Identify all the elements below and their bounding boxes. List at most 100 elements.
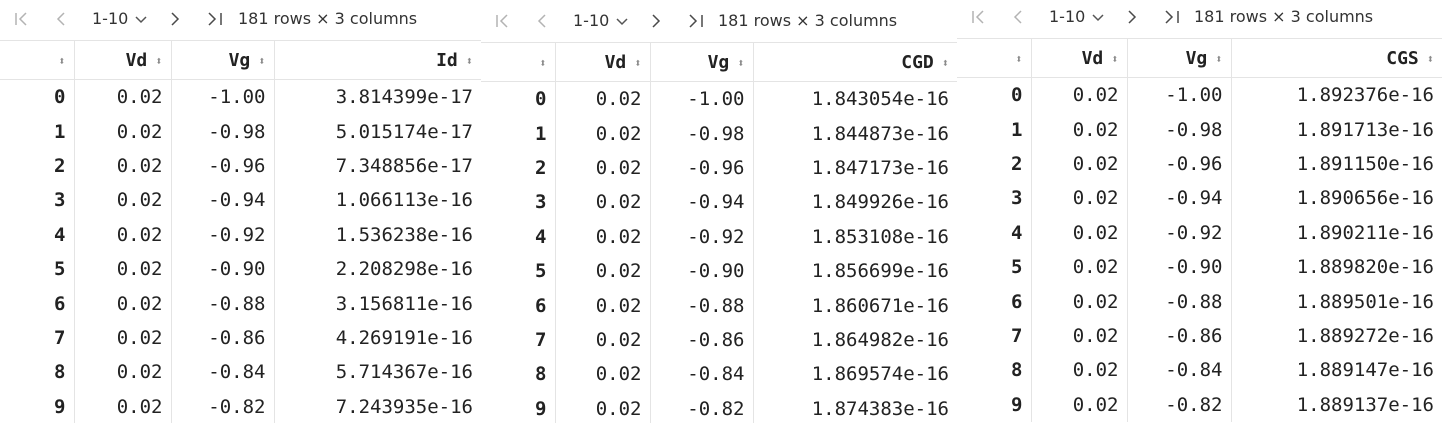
column-header[interactable]: Vd ⬍ — [1031, 38, 1128, 78]
column-header[interactable]: Id ⬍ — [274, 40, 481, 80]
row-index: 1 — [0, 114, 75, 149]
table-cell: 1.889501e-16 — [1296, 290, 1434, 313]
table-row: 8 0.02 -0.84 5.714367e-16 — [0, 355, 481, 390]
sort-icon[interactable]: ⬍ — [1111, 52, 1118, 66]
next-page-icon[interactable] — [647, 9, 665, 33]
table-cell: -0.96 — [1127, 146, 1232, 182]
table-cell: -0.92 — [1127, 215, 1232, 250]
table-cell: 0.02 — [1031, 181, 1128, 216]
last-page-icon[interactable] — [686, 9, 708, 33]
table-row: 9 0.02 -0.82 7.243935e-16 — [0, 389, 481, 423]
first-page-icon[interactable] — [969, 5, 987, 29]
page-range-select[interactable]: 1-10 — [573, 11, 629, 30]
previous-page-icon[interactable] — [52, 7, 70, 31]
table-cell: 0.02 — [555, 288, 651, 323]
table-row: 3 0.02 -0.94 1.849926e-16 — [481, 185, 957, 220]
table-row: 0 0.02 -1.00 1.843054e-16 — [481, 81, 957, 117]
column-header[interactable]: CGS ⬍ — [1231, 38, 1442, 78]
column-header[interactable]: Vg ⬍ — [1127, 38, 1232, 78]
data-table: ⬍ Vd ⬍ Vg ⬍ Id ⬍ 0 0.02 -1.00 3.814399e-17 1 0.… — [0, 40, 481, 423]
table-cell: -0.92 — [650, 219, 754, 254]
table-row: 9 0.02 -0.82 1.874383e-16 — [481, 391, 957, 423]
table-cell: 1.891150e-16 — [1296, 152, 1434, 175]
sort-icon[interactable]: ⬍ — [258, 54, 265, 68]
row-index: 8 — [957, 353, 1032, 388]
row-index: 4 — [0, 217, 75, 252]
pagination-toolbar: 1-10 181 rows × 3 columns — [0, 0, 481, 38]
table-cell: -0.88 — [650, 288, 754, 323]
next-page-icon[interactable] — [1123, 5, 1141, 29]
sort-icon[interactable]: ⬍ — [155, 54, 162, 68]
table-cell: 1.847173e-16 — [811, 156, 949, 179]
row-index: 3 — [0, 183, 75, 218]
table-cell: -0.96 — [650, 150, 754, 186]
row-index: 0 — [0, 79, 75, 115]
table-cell: 0.02 — [1031, 318, 1128, 354]
table-cell: -0.84 — [650, 357, 754, 392]
page-range-select[interactable]: 1-10 — [1049, 7, 1105, 26]
index-header[interactable]: ⬍ — [481, 42, 556, 82]
table-cell: 0.02 — [74, 183, 172, 218]
table-row: 8 0.02 -0.84 1.889147e-16 — [957, 353, 1442, 388]
sort-icon[interactable]: ⬍ — [466, 54, 473, 68]
column-header[interactable]: CGD ⬍ — [753, 42, 957, 82]
page-range-label: 1-10 — [573, 11, 610, 30]
table-cell: 0.02 — [1031, 77, 1128, 113]
index-header[interactable]: ⬍ — [0, 40, 75, 80]
table-row: 2 0.02 -0.96 1.891150e-16 — [957, 146, 1442, 182]
row-index: 7 — [481, 322, 556, 358]
table-row: 6 0.02 -0.88 1.889501e-16 — [957, 284, 1442, 319]
table-cell: 0.02 — [1031, 353, 1128, 388]
column-header[interactable]: Vd ⬍ — [74, 40, 172, 80]
table-row: 1 0.02 -0.98 1.891713e-16 — [957, 112, 1442, 147]
sort-icon[interactable]: ⬍ — [1427, 52, 1434, 66]
table-cell: 0.02 — [1031, 215, 1128, 250]
table-cell: 0.02 — [74, 355, 172, 390]
page-range-label: 1-10 — [1049, 7, 1086, 26]
column-header[interactable]: Vg ⬍ — [650, 42, 754, 82]
column-header[interactable]: Vg ⬍ — [171, 40, 275, 80]
table-cell: 1.853108e-16 — [811, 225, 949, 248]
table-cell: 0.02 — [555, 219, 651, 254]
table-cell: 1.890656e-16 — [1296, 187, 1434, 210]
table-row: 5 0.02 -0.90 2.208298e-16 — [0, 251, 481, 287]
table-cell: 1.889137e-16 — [1296, 393, 1434, 416]
row-index: 1 — [481, 116, 556, 151]
table-cell: 7.243935e-16 — [335, 395, 473, 418]
table-cell: 0.02 — [555, 185, 651, 220]
sort-icon[interactable]: ⬍ — [58, 54, 65, 68]
table-cell: -0.98 — [171, 114, 275, 149]
sort-icon[interactable]: ⬍ — [737, 56, 744, 70]
first-page-icon[interactable] — [493, 9, 511, 33]
last-page-icon[interactable] — [1162, 5, 1184, 29]
sort-icon[interactable]: ⬍ — [942, 56, 949, 70]
row-index: 3 — [481, 185, 556, 220]
table-cell: 0.02 — [555, 253, 651, 289]
table-row: 6 0.02 -0.88 1.860671e-16 — [481, 288, 957, 323]
table-cell: 1.066113e-16 — [335, 189, 473, 212]
sort-icon[interactable]: ⬍ — [539, 56, 546, 70]
previous-page-icon[interactable] — [1009, 5, 1027, 29]
row-index: 2 — [0, 148, 75, 184]
row-column-count: 181 rows × 3 columns — [718, 11, 898, 30]
table-cell: 3.814399e-17 — [335, 86, 473, 109]
table-cell: 1.860671e-16 — [811, 294, 949, 317]
last-page-icon[interactable] — [205, 7, 227, 31]
previous-page-icon[interactable] — [533, 9, 551, 33]
first-page-icon[interactable] — [12, 7, 30, 31]
row-index: 7 — [957, 318, 1032, 354]
index-header[interactable]: ⬍ — [957, 38, 1032, 78]
next-page-icon[interactable] — [166, 7, 184, 31]
header-row: ⬍ Vd ⬍ Vg ⬍ CGS ⬍ — [957, 38, 1442, 78]
sort-icon[interactable]: ⬍ — [1215, 52, 1222, 66]
column-header[interactable]: Vd ⬍ — [555, 42, 651, 82]
table-cell: 0.02 — [555, 116, 651, 151]
row-index: 3 — [957, 181, 1032, 216]
page-range-select[interactable]: 1-10 — [92, 9, 148, 28]
table-cell: 1.874383e-16 — [811, 397, 949, 420]
header-row: ⬍ Vd ⬍ Vg ⬍ CGD ⬍ — [481, 42, 957, 82]
sort-icon[interactable]: ⬍ — [1015, 52, 1022, 66]
table-cell: 0.02 — [555, 391, 651, 423]
table-cell: 0.02 — [74, 79, 172, 115]
sort-icon[interactable]: ⬍ — [634, 56, 641, 70]
